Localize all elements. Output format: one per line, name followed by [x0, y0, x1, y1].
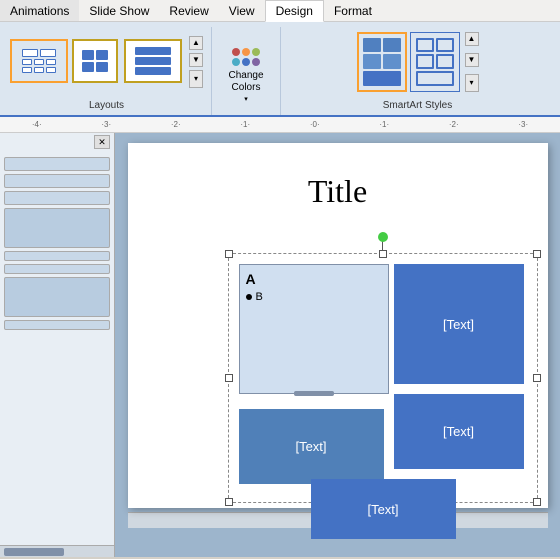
handle-mr[interactable]	[533, 374, 541, 382]
handle-tm[interactable]	[379, 250, 387, 258]
layout-item-1[interactable]	[10, 39, 68, 83]
text-box-a[interactable]: A B	[239, 264, 389, 394]
handle-ml[interactable]	[225, 374, 233, 382]
smartart-box-1[interactable]: [Text]	[394, 264, 524, 384]
panel-item-7	[4, 277, 110, 317]
smartart-style-1[interactable]	[357, 32, 407, 92]
resize-handle-bottom[interactable]	[294, 391, 334, 396]
dot-purple	[252, 58, 260, 66]
ruler-content: ·4··3··2··1··0··1··2··3·	[2, 120, 558, 129]
menu-slideshow[interactable]: Slide Show	[79, 0, 159, 21]
slide-title[interactable]: Title	[128, 173, 548, 210]
handle-bl[interactable]	[225, 498, 233, 506]
dot-green	[252, 48, 260, 56]
layouts-content: ▲ ▼ ▾	[10, 27, 203, 96]
layouts-label: Layouts	[89, 100, 124, 111]
close-panel-button[interactable]: ✕	[94, 135, 110, 149]
layout-item-2[interactable]	[72, 39, 118, 83]
slide[interactable]: Title A B	[128, 143, 548, 508]
text-a-label: A	[246, 271, 382, 287]
smartart-scroll-down[interactable]: ▼	[465, 53, 479, 67]
smartart-styles-content: ▲ ▼ ▾	[357, 27, 479, 96]
handle-tl[interactable]	[225, 250, 233, 258]
panel-item-4	[4, 208, 110, 248]
main-content: ✕ Title	[0, 133, 560, 557]
smartart-box-3[interactable]: [Text]	[394, 394, 524, 469]
slide-area: Title A B	[115, 133, 560, 557]
menu-animations[interactable]: Animations	[0, 0, 79, 21]
menu-review[interactable]: Review	[159, 0, 218, 21]
handle-br[interactable]	[533, 498, 541, 506]
panel-item-5	[4, 251, 110, 261]
rotation-handle[interactable]	[378, 232, 388, 242]
scroll-more[interactable]: ▾	[189, 70, 203, 88]
smartart-inner-2	[416, 38, 454, 86]
panel-item-6	[4, 264, 110, 274]
dot-blue	[242, 58, 250, 66]
left-panel: ✕	[0, 133, 115, 557]
handle-tr[interactable]	[533, 250, 541, 258]
panel-item-3	[4, 191, 110, 205]
left-panel-scrollbar[interactable]	[0, 545, 114, 557]
smartart-box-2[interactable]: [Text]	[239, 409, 384, 484]
layouts-grid	[10, 39, 184, 85]
smartart-style-2[interactable]	[410, 32, 460, 92]
smartart-inner-1	[363, 38, 401, 86]
change-colors-dropdown-arrow: ▾	[244, 95, 248, 103]
left-panel-items	[0, 153, 114, 334]
smartart-scroll-more[interactable]: ▾	[465, 74, 479, 92]
layouts-scrollbar: ▲ ▼ ▾	[189, 36, 203, 88]
bullet-dot	[246, 294, 252, 300]
scroll-up[interactable]: ▲	[189, 36, 203, 50]
dot-teal	[232, 58, 240, 66]
change-colors-button[interactable]: ChangeColors ▾	[220, 39, 272, 111]
smartart-styles-group: ▲ ▼ ▾ SmartArt Styles	[285, 27, 554, 115]
menu-design[interactable]: Design	[265, 0, 324, 22]
ruler: ·4··3··2··1··0··1··2··3·	[0, 117, 560, 133]
scroll-down[interactable]: ▼	[189, 53, 203, 67]
smartart-box-4[interactable]: [Text]	[311, 479, 456, 539]
bullet-b-text: B	[256, 291, 263, 303]
dot-red	[232, 48, 240, 56]
ribbon: ▲ ▼ ▾ Layouts ChangeColors ▾	[0, 22, 560, 117]
menu-view[interactable]: View	[219, 0, 265, 21]
smartart-styles-label: SmartArt Styles	[383, 100, 452, 111]
smartart-scroll-up[interactable]: ▲	[465, 32, 479, 46]
color-dots	[232, 48, 260, 66]
change-colors-label: ChangeColors	[228, 70, 263, 94]
panel-item-8	[4, 320, 110, 330]
scrollbar-thumb	[4, 548, 64, 556]
panel-item-2	[4, 174, 110, 188]
panel-item-1	[4, 157, 110, 171]
bullet-b: B	[246, 291, 382, 303]
dot-orange	[242, 48, 250, 56]
change-colors-group: ChangeColors ▾	[216, 27, 281, 115]
layout-item-3[interactable]	[124, 39, 182, 83]
smartart-scroll: ▲ ▼ ▾	[465, 32, 479, 92]
smartart-container[interactable]: A B [Text] [Text] [Text]	[228, 253, 538, 503]
layouts-group: ▲ ▼ ▾ Layouts	[6, 27, 212, 115]
menu-bar: Animations Slide Show Review View Design…	[0, 0, 560, 22]
menu-format[interactable]: Format	[324, 0, 382, 21]
